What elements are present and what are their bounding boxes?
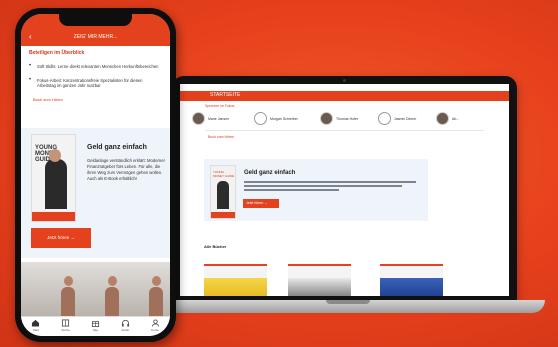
phone: ‹ ZEIG' MIR MEHR... Beteiligen im Überbl… — [15, 8, 176, 342]
book-icon — [62, 319, 70, 327]
speaker-name: Jasmin Dinner — [394, 116, 417, 121]
promo-banner: YOUNG MONEY GUIDE Geld ganz einfach Jetz… — [204, 159, 428, 221]
book-cover-band — [211, 212, 235, 218]
headphones-icon — [121, 319, 129, 327]
book-card[interactable] — [204, 264, 267, 296]
promo-button[interactable]: Jetzt hören → — [243, 199, 279, 208]
tab-neu[interactable]: Neu — [84, 319, 106, 332]
bullet-icon: • — [29, 63, 32, 69]
speaker-item[interactable]: Marie Jansen — [192, 112, 229, 125]
avatar — [436, 112, 449, 125]
list-item: • Soft Skills: Lerne direkt relevanten M… — [29, 63, 162, 70]
promo-text: Geldanlage verständlich erklärt: Moderne… — [87, 158, 165, 181]
book-cover[interactable]: YOUNG MONEY GUIDE — [210, 165, 236, 219]
promo-title: Geld ganz einfach — [87, 144, 147, 151]
book-cards-row — [204, 264, 489, 296]
speakers-row: Marie Jansen Morgan Schreiber Thomas Hof… — [186, 108, 503, 130]
phone-notch — [59, 14, 132, 26]
headphones-icon — [254, 112, 267, 125]
hero-photo[interactable] — [21, 262, 170, 317]
book-card[interactable] — [380, 264, 443, 296]
headphones-icon — [378, 112, 391, 125]
avatar — [320, 112, 333, 125]
camera-dot — [343, 79, 346, 82]
promo-text-lines — [244, 181, 416, 193]
user-icon — [151, 319, 159, 327]
laptop-header: STARTSEITE — [180, 91, 509, 101]
book-label: Buch zum Hören — [33, 96, 63, 102]
tab-label: Start — [32, 328, 40, 332]
tab-label: Audio — [121, 328, 130, 332]
tab-suche[interactable]: Suche — [55, 319, 77, 332]
tab-konto[interactable]: Konto — [144, 319, 166, 332]
book-cover-band — [32, 212, 75, 221]
promo-banner: YOUNG MONEY GUIDE Geld ganz einfach Geld… — [21, 128, 170, 258]
speaker-name: Ab... — [452, 116, 460, 121]
tab-audio[interactable]: Audio — [114, 319, 136, 332]
book-card[interactable] — [288, 264, 351, 296]
phone-header-title: ZEIG' MIR MEHR... — [73, 34, 118, 40]
speaker-item[interactable]: Ab... — [436, 112, 459, 125]
tab-label: Konto — [151, 328, 159, 332]
speaker-item[interactable]: Jasmin Dinner — [378, 112, 416, 125]
bullet-text: Fokus-Arbeit: Konzentrationsfreie Spezia… — [37, 77, 143, 89]
tab-start[interactable]: Start — [25, 319, 47, 332]
laptop-notch — [325, 300, 370, 304]
laptop: STARTSEITE Sprecher im Fokus Marie Janse… — [172, 76, 517, 302]
list-item: • Fokus-Arbeit: Konzentrationsfreie Spez… — [29, 76, 162, 89]
book-cover-person — [45, 159, 67, 209]
speaker-item[interactable]: Morgan Schreiber — [254, 112, 298, 125]
bullet-text: Soft Skills: Lerne direkt relevanten Men… — [37, 64, 159, 69]
book-cover-person — [217, 181, 229, 209]
speaker-name: Thomas Hofer — [336, 116, 359, 121]
book-label: Buch zum Hören — [208, 135, 235, 139]
speaker-item[interactable]: Thomas Hofer — [320, 112, 358, 125]
section-title: Beteiligen im Überblick — [29, 50, 85, 56]
speaker-name: Morgan Schreiber — [270, 116, 298, 121]
home-icon — [32, 319, 40, 327]
book-cover-title: YOUNG MONEY GUIDE — [213, 170, 235, 178]
laptop-base — [150, 300, 545, 313]
gift-icon — [91, 321, 100, 327]
book-cover[interactable]: YOUNG MONEY GUIDE — [31, 134, 76, 222]
tab-bar: Start Suche Neu Audio Konto — [21, 316, 170, 336]
tab-label: Neu — [92, 328, 99, 332]
section-title: Alle Bücher — [204, 244, 227, 249]
tab-label: Suche — [61, 328, 70, 332]
divider — [205, 130, 484, 131]
avatar — [192, 112, 205, 125]
laptop-display: STARTSEITE Sprecher im Fokus Marie Janse… — [180, 84, 509, 296]
laptop-header-title[interactable]: STARTSEITE — [210, 92, 240, 98]
browser-topbar — [180, 84, 509, 91]
promo-title: Geld ganz einfach — [244, 170, 296, 176]
book-cover-head — [49, 149, 61, 162]
phone-screen: ‹ ZEIG' MIR MEHR... Beteiligen im Überbl… — [21, 14, 170, 336]
speaker-name: Marie Jansen — [208, 116, 230, 121]
promo-button[interactable]: Jetzt hören → — [31, 228, 91, 248]
bullet-icon: • — [29, 76, 32, 83]
